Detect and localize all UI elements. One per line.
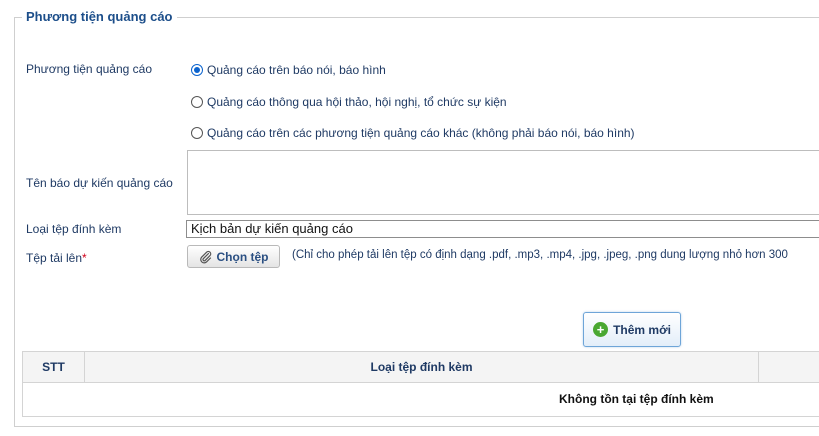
attachments-table: STT Loại tệp đính kèm Không tồn tại tệp … — [22, 351, 819, 417]
newspaper-textarea[interactable] — [187, 150, 819, 215]
radio-option-other[interactable]: Quảng cáo trên các phương tiện quảng cáo… — [191, 126, 635, 140]
radio-option-label: Quảng cáo trên báo nói, báo hình — [207, 63, 386, 77]
radio-option-broadcast[interactable]: Quảng cáo trên báo nói, báo hình — [191, 63, 386, 77]
section-legend: Phương tiện quảng cáo — [22, 9, 177, 24]
radio-option-event[interactable]: Quảng cáo thông qua hội thảo, hội nghị, … — [191, 95, 507, 109]
radio-option-label: Quảng cáo trên các phương tiện quảng cáo… — [207, 126, 635, 140]
column-header-type: Loại tệp đính kèm — [85, 352, 759, 382]
required-mark: * — [82, 251, 87, 265]
upload-label: Tệp tải lên* — [26, 251, 87, 265]
add-new-label: Thêm mới — [613, 322, 671, 337]
empty-table-message: Không tồn tại tệp đính kèm — [559, 392, 714, 406]
radio-unchecked-icon[interactable] — [191, 96, 203, 108]
newspaper-label: Tên báo dự kiến quảng cáo — [26, 176, 173, 190]
column-header-stt: STT — [23, 352, 85, 382]
paperclip-icon — [199, 250, 213, 264]
upload-label-text: Tệp tải lên — [26, 251, 83, 265]
plus-icon: + — [593, 322, 609, 337]
choose-file-button[interactable]: Chọn tệp — [187, 245, 280, 268]
add-new-button[interactable]: + Thêm mới — [583, 312, 681, 347]
radio-checked-icon[interactable] — [191, 64, 203, 76]
radio-unchecked-icon[interactable] — [191, 127, 203, 139]
table-header: STT Loại tệp đính kèm — [23, 352, 819, 383]
ad-medium-label: Phương tiện quảng cáo — [26, 62, 152, 76]
attachment-type-select[interactable]: Kịch bản dự kiến quảng cáo — [186, 220, 819, 238]
upload-hint: (Chỉ cho phép tải lên tệp có định dạng .… — [292, 249, 788, 261]
attachment-type-label: Loại tệp đính kèm — [26, 222, 122, 236]
choose-file-label: Chọn tệp — [216, 249, 269, 264]
column-header-actions — [759, 352, 819, 382]
radio-option-label: Quảng cáo thông qua hội thảo, hội nghị, … — [207, 95, 507, 109]
